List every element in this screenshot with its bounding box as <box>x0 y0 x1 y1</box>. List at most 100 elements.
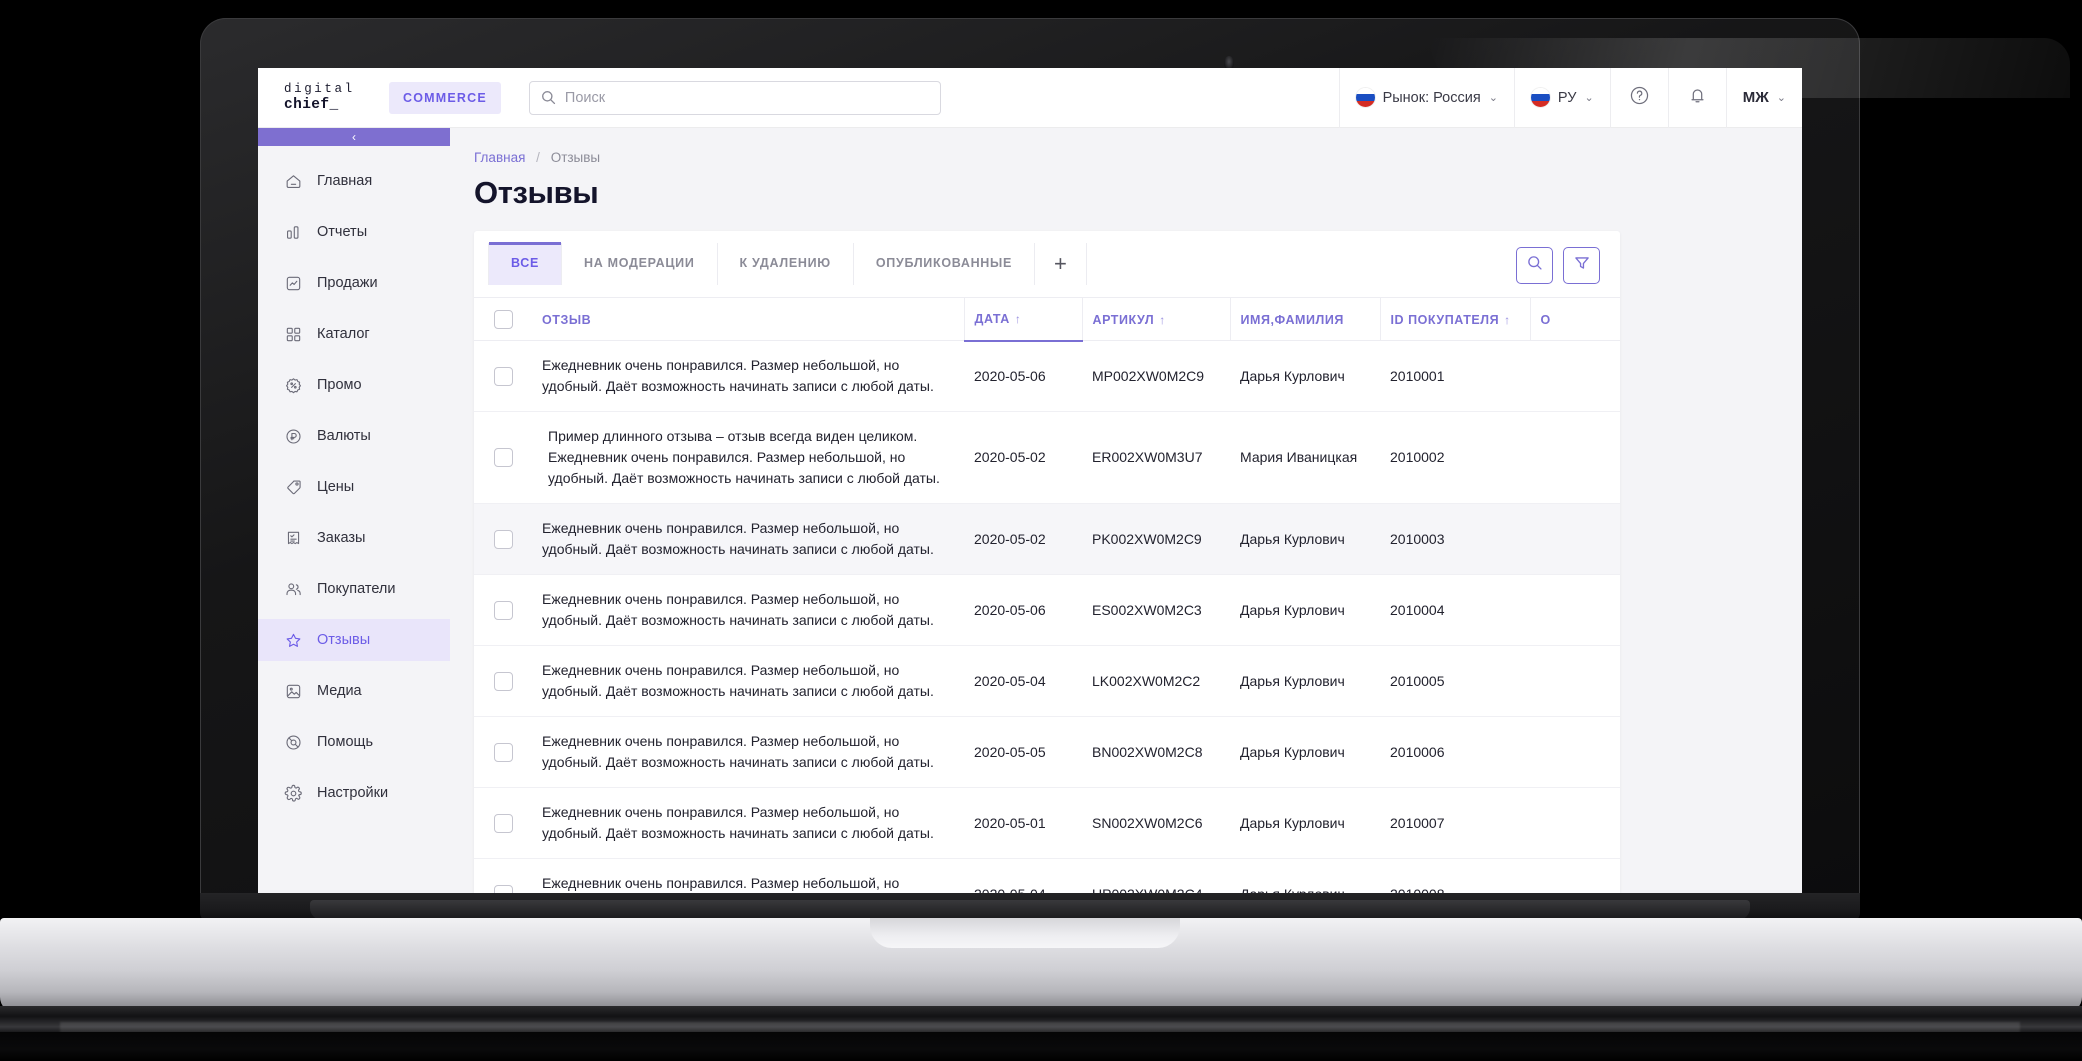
app-window: digital chief_ COMMERCE Рынок: Россия ⌄ <box>258 68 1802 898</box>
funnel-icon <box>1573 254 1591 277</box>
search-button[interactable] <box>1516 247 1553 284</box>
sidebar-item-media[interactable]: Медиа <box>258 670 450 712</box>
notifications-button[interactable] <box>1667 68 1726 128</box>
row-checkbox[interactable] <box>494 813 513 833</box>
row-checkbox[interactable] <box>494 448 513 467</box>
market-selector[interactable]: Рынок: Россия ⌄ <box>1338 68 1514 128</box>
filter-button[interactable] <box>1563 247 1600 284</box>
sidebar-item-settings[interactable]: Настройки <box>258 772 450 814</box>
cell-date: 2020-05-02 <box>964 503 1082 575</box>
sidebar-item-sales[interactable]: Продажи <box>258 262 450 304</box>
user-menu[interactable]: МЖ ⌄ <box>1725 68 1802 128</box>
top-navigation-bar: digital chief_ COMMERCE Рынок: Россия ⌄ <box>258 68 1802 128</box>
row-checkbox[interactable] <box>494 671 513 691</box>
column-header-date[interactable]: ДАТА ↑ <box>963 297 1082 342</box>
cell-name: Дарья Курлович <box>1230 787 1380 859</box>
table-row[interactable]: Ежедневник очень понравился. Размер небо… <box>474 340 1620 412</box>
table-row[interactable]: Ежедневник очень понравился. Размер небо… <box>474 574 1620 646</box>
column-header-review[interactable]: ОТЗЫВ <box>532 297 964 341</box>
table-row[interactable]: Ежедневник очень понравился. Размер небо… <box>474 645 1620 717</box>
cell-review: Пример длинного отзыва – отзыв всегда ви… <box>532 411 964 504</box>
row-checkbox[interactable] <box>494 529 513 549</box>
sort-ascending-icon: ↑ <box>1159 312 1166 327</box>
sidebar-item-label: Отзывы <box>317 632 371 648</box>
sidebar-item-catalog[interactable]: Каталог <box>258 313 450 355</box>
sidebar-item-label: Заказы <box>317 530 366 546</box>
sidebar-item-label: Промо <box>317 377 362 393</box>
global-search[interactable] <box>528 80 941 115</box>
percent-badge-icon <box>284 376 303 395</box>
tab-published[interactable]: ОПУБЛИКОВАННЫЕ <box>853 243 1035 285</box>
table-row[interactable]: Ежедневник очень понравился. Размер небо… <box>474 787 1620 859</box>
sidebar-item-customers[interactable]: Покупатели <box>258 568 450 610</box>
table-scroll-area[interactable]: ОТЗЫВ ДАТА ↑ АРТИКУЛ ↑ ИМЯ,ФАМИЛИЯ ID ПО… <box>474 297 1620 898</box>
sidebar-item-reports[interactable]: Отчеты <box>258 211 450 253</box>
sidebar-item-currencies[interactable]: Валюты <box>258 415 450 457</box>
cell-extra <box>1530 645 1620 717</box>
tab-for-deletion[interactable]: К УДАЛЕНИЮ <box>717 243 854 285</box>
row-checkbox-cell[interactable] <box>474 716 532 788</box>
sidebar-item-prices[interactable]: Цены <box>258 466 450 508</box>
table-row[interactable]: Пример длинного отзыва – отзыв всегда ви… <box>474 411 1620 504</box>
sidebar-item-home[interactable]: Главная <box>258 160 450 202</box>
cell-date: 2020-05-04 <box>964 645 1082 717</box>
topbar-right-cluster: Рынок: Россия ⌄ РУ ⌄ МЖ ⌄ <box>1338 68 1802 128</box>
row-checkbox[interactable] <box>494 742 513 762</box>
row-checkbox[interactable] <box>494 600 513 620</box>
trend-up-icon <box>284 274 303 293</box>
cell-name: Дарья Курлович <box>1230 503 1380 575</box>
row-checkbox[interactable] <box>494 366 513 386</box>
column-header-sku[interactable]: АРТИКУЛ ↑ <box>1081 297 1230 341</box>
sidebar-item-help[interactable]: Помощь <box>258 721 450 763</box>
cell-customer-id: 2010005 <box>1380 645 1530 717</box>
row-checkbox-cell[interactable] <box>474 645 532 717</box>
tab-moderation[interactable]: НА МОДЕРАЦИИ <box>562 243 718 285</box>
market-selector-label: Рынок: Россия <box>1382 89 1481 106</box>
select-all-checkbox[interactable] <box>494 310 513 329</box>
search-input[interactable] <box>564 89 930 106</box>
sidebar-item-label: Каталог <box>317 326 370 342</box>
cell-extra <box>1530 340 1620 412</box>
table-row[interactable]: Ежедневник очень понравился. Размер небо… <box>474 716 1620 788</box>
help-circle-icon <box>1629 85 1650 110</box>
commerce-badge[interactable]: COMMERCE <box>389 81 501 114</box>
sidebar-nav: Главная Отчеты Продажи Каталог Промо Вал… <box>258 146 450 814</box>
cell-name: Дарья Курлович <box>1230 645 1380 717</box>
cell-date: 2020-05-02 <box>964 411 1082 504</box>
sidebar-collapse-button[interactable]: ‹ <box>258 128 450 146</box>
tab-all[interactable]: ВСЕ <box>488 242 563 285</box>
cell-review: Ежедневник очень понравился. Размер небо… <box>532 503 964 575</box>
cell-date: 2020-05-01 <box>964 787 1082 859</box>
column-header-select-all[interactable] <box>474 297 532 341</box>
language-selector[interactable]: РУ ⌄ <box>1513 68 1610 128</box>
column-header-sku-label: АРТИКУЛ <box>1092 312 1155 327</box>
sidebar-item-reviews[interactable]: Отзывы <box>258 619 450 661</box>
image-icon <box>284 682 303 701</box>
add-tab-button[interactable]: + <box>1035 243 1087 285</box>
brand-logo[interactable]: digital chief_ <box>258 82 383 113</box>
sidebar-item-orders[interactable]: Заказы <box>258 517 450 559</box>
cell-extra <box>1530 716 1620 788</box>
column-header-extra[interactable]: О <box>1529 297 1620 341</box>
column-header-customer-id[interactable]: ID ПОКУПАТЕЛЯ ↑ <box>1379 297 1530 341</box>
sidebar-item-label: Помощь <box>317 734 374 750</box>
cell-sku: ER002XW0M3U7 <box>1082 411 1230 504</box>
table-row[interactable]: Ежедневник очень понравился. Размер небо… <box>474 503 1620 575</box>
cell-customer-id: 2010002 <box>1380 411 1530 504</box>
row-checkbox-cell[interactable] <box>474 411 532 504</box>
cell-customer-id: 2010007 <box>1380 787 1530 859</box>
row-checkbox-cell[interactable] <box>474 503 532 575</box>
row-checkbox-cell[interactable] <box>474 574 532 646</box>
cell-sku: PK002XW0M2C9 <box>1082 503 1230 575</box>
sidebar-item-label: Валюты <box>317 428 371 444</box>
breadcrumb-home-link[interactable]: Главная <box>474 150 525 165</box>
cell-name: Дарья Курлович <box>1230 340 1380 412</box>
sidebar-item-promo[interactable]: Промо <box>258 364 450 406</box>
grid-icon <box>284 325 303 344</box>
breadcrumb-separator: / <box>536 150 540 165</box>
sidebar-item-label: Настройки <box>317 785 389 801</box>
help-button[interactable] <box>1609 68 1668 128</box>
row-checkbox-cell[interactable] <box>474 340 532 412</box>
row-checkbox-cell[interactable] <box>474 787 532 859</box>
column-header-name[interactable]: ИМЯ,ФАМИЛИЯ <box>1229 297 1380 341</box>
